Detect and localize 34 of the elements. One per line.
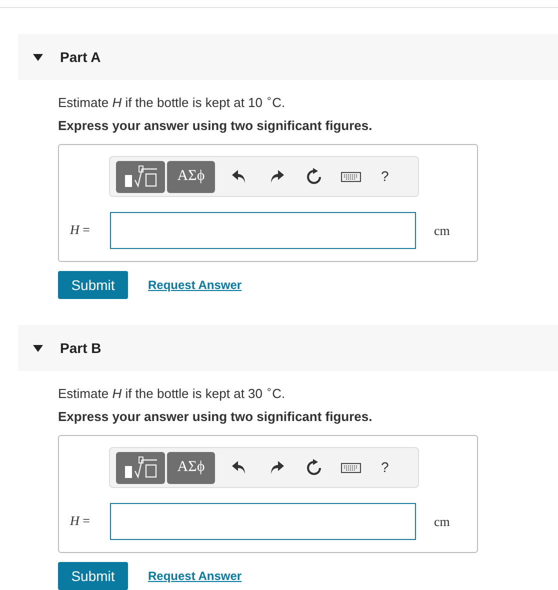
submit-button[interactable]: Submit <box>58 271 128 299</box>
units-label: cm <box>434 513 450 531</box>
help-button[interactable]: ? <box>381 166 389 187</box>
variable-label: H = <box>70 221 90 239</box>
keyboard-icon[interactable] <box>341 462 361 472</box>
part-header[interactable]: Part A <box>18 34 558 80</box>
redo-icon[interactable] <box>270 170 284 183</box>
request-answer-link[interactable]: Request Answer <box>148 567 242 585</box>
question-text: Estimate H if the bottle is kept at 30 $^{∘}$C. <box>58 384 286 403</box>
submit-button[interactable]: Submit <box>58 562 128 590</box>
instruction-text: Express your answer using two significant figures. <box>58 408 374 426</box>
caret-icon[interactable] <box>33 344 43 352</box>
undo-icon[interactable] <box>232 170 246 183</box>
reset-icon[interactable] <box>306 459 322 476</box>
answer-field[interactable] <box>110 503 416 540</box>
symbols-button[interactable]: ΑΣϕ <box>167 160 215 192</box>
templates-button[interactable] <box>116 160 165 192</box>
redo-icon[interactable] <box>270 461 284 474</box>
part-title: Part A <box>60 48 101 66</box>
part-title: Part B <box>60 338 102 358</box>
help-button[interactable]: ? <box>381 457 389 478</box>
caret-icon[interactable] <box>33 54 43 60</box>
units-label: cm <box>434 222 450 240</box>
templates-button[interactable] <box>116 452 165 484</box>
variable-label: H = <box>70 512 90 530</box>
instruction-text: Express your answer using two significant figures. <box>58 117 374 135</box>
reset-icon[interactable] <box>306 168 322 185</box>
keyboard-icon[interactable] <box>341 172 361 182</box>
part-header[interactable]: Part B <box>18 325 558 371</box>
answer-field[interactable] <box>110 212 416 249</box>
undo-icon[interactable] <box>232 461 246 474</box>
symbols-button[interactable]: ΑΣϕ <box>167 452 215 484</box>
request-answer-link[interactable]: Request Answer <box>148 276 242 294</box>
question-text: Estimate H if the bottle is kept at 10 $^{∘}$C. <box>58 93 286 112</box>
